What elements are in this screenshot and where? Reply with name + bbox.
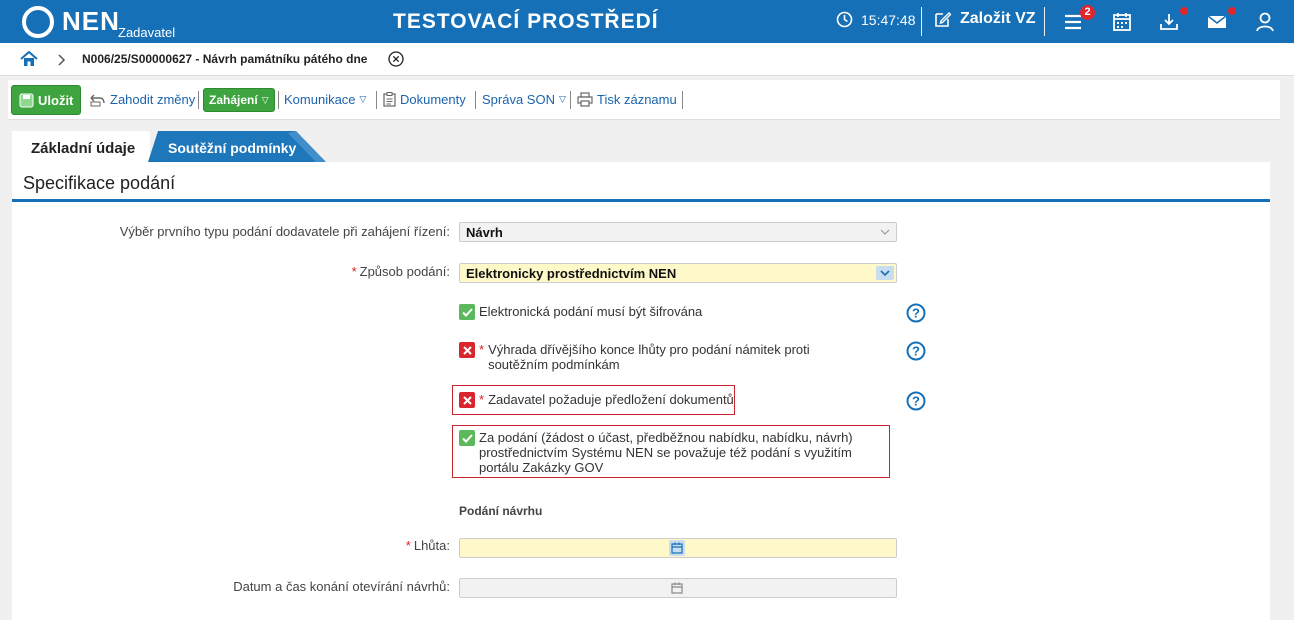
tab-basic-info[interactable]: Základní údaje (12, 131, 150, 162)
notification-dot (1180, 7, 1188, 15)
divider (376, 91, 377, 109)
check-documents[interactable]: * Zadavatel požaduje předložení dokument… (459, 392, 734, 408)
help-icon[interactable]: ? (906, 341, 926, 361)
submission-heading: Podání návrhu (459, 504, 543, 518)
divider (278, 91, 279, 109)
triangle-down-icon: ▽ (359, 94, 367, 104)
help-icon[interactable]: ? (906, 303, 926, 323)
deadline-field[interactable] (459, 538, 897, 558)
chevron-right-icon (58, 54, 66, 66)
document-icon (383, 92, 396, 107)
logo-subtitle: Zadavatel (118, 25, 176, 40)
check-icon[interactable] (459, 304, 475, 320)
required-marker: * (479, 342, 485, 357)
divider (921, 7, 922, 36)
clock-time: 15:47:48 (861, 11, 916, 28)
required-marker: * (479, 392, 485, 407)
user-icon[interactable] (1254, 11, 1276, 33)
check-reservation-label: Výhrada dřívějšího konce lhůty pro podán… (488, 342, 810, 372)
documents-label: Dokumenty (400, 92, 466, 107)
first-type-select[interactable]: Návrh (459, 222, 897, 242)
undo-icon (90, 94, 105, 106)
home-icon[interactable] (20, 51, 38, 67)
discard-changes-button[interactable]: Zahodit změny (88, 92, 195, 107)
start-dropdown-button[interactable]: Zahájení ▽ (203, 88, 275, 112)
triangle-down-icon: ▽ (261, 94, 269, 105)
tab-tender-conditions[interactable]: Soutěžní podmínky (168, 140, 296, 156)
first-type-label: Výběr prvního typu podání dodavatele při… (119, 224, 450, 239)
save-label: Uložit (38, 92, 74, 108)
divider (198, 91, 199, 109)
divider (1044, 7, 1045, 36)
son-menu[interactable]: Správa SON ▽ (482, 92, 566, 107)
cross-icon[interactable] (459, 342, 475, 358)
clock-icon (836, 11, 853, 28)
calendar-icon[interactable] (1111, 11, 1133, 33)
cross-icon[interactable] (459, 392, 475, 408)
son-label: Správa SON (482, 92, 555, 107)
documents-button[interactable]: Dokumenty (383, 92, 466, 107)
notification-dot (1228, 7, 1236, 15)
breadcrumb-title[interactable]: N006/25/S00000627 - Návrh památníku páté… (82, 52, 367, 66)
communication-menu[interactable]: Komunikace ▽ (284, 92, 366, 107)
svg-text:?: ? (912, 344, 920, 359)
check-encrypted-label: Elektronická podání musí být šifrována (479, 304, 703, 319)
svg-text:?: ? (912, 394, 920, 409)
first-type-value: Návrh (466, 225, 503, 240)
svg-text:?: ? (912, 306, 920, 321)
breadcrumb: N006/25/S00000627 - Návrh památníku páté… (0, 43, 1294, 76)
required-marker: * (351, 264, 357, 279)
nen-logo-icon[interactable] (22, 6, 54, 38)
menu-badge: 2 (1080, 5, 1095, 20)
check-documents-label: Zadavatel požaduje předložení dokumentů (488, 392, 734, 407)
create-vz-button[interactable]: Založit VZ (934, 10, 1036, 28)
check-encrypted[interactable]: Elektronická podání musí být šifrována (459, 304, 702, 320)
logo-text: NEN (62, 6, 120, 36)
divider (570, 91, 571, 109)
download-tray-icon[interactable] (1158, 11, 1180, 33)
required-marker: * (405, 538, 411, 553)
start-label: Zahájení (209, 93, 258, 107)
session-clock: 15:47:48 (836, 11, 916, 28)
check-reservation[interactable]: * Výhrada dřívějšího konce lhůty pro pod… (459, 342, 869, 372)
method-value: Elektronicky prostřednictvím NEN (466, 266, 677, 281)
save-button[interactable]: Uložit (11, 85, 82, 115)
edit-icon (935, 12, 952, 27)
method-select[interactable]: Elektronicky prostřednictvím NEN (459, 263, 897, 283)
close-icon[interactable] (388, 51, 404, 67)
save-icon (19, 93, 34, 107)
calendar-icon (671, 582, 683, 594)
method-label-text: Způsob podání: (359, 264, 450, 279)
chevron-down-icon (876, 266, 894, 280)
label-column: Výběr prvního typu podání dodavatele při… (12, 162, 450, 602)
mail-icon[interactable] (1206, 11, 1228, 33)
chevron-down-icon (880, 229, 890, 235)
opening-datetime-field (459, 578, 897, 598)
environment-title: TESTOVACÍ PROSTŘEDÍ (393, 10, 659, 33)
create-vz-label: Založit VZ (960, 10, 1036, 27)
top-bar: NEN Zadavatel TESTOVACÍ PROSTŘEDÍ 15:47:… (0, 0, 1294, 43)
triangle-down-icon: ▽ (558, 94, 566, 104)
opening-label: Datum a čas konání otevírání návrhů: (233, 579, 450, 594)
calendar-icon[interactable] (669, 540, 685, 556)
discard-label: Zahodit změny (110, 92, 196, 107)
deadline-label-text: Lhůta: (413, 538, 450, 553)
divider (682, 91, 683, 109)
help-icon[interactable]: ? (906, 391, 926, 411)
print-label: Tisk záznamu (597, 92, 677, 107)
check-gov[interactable]: Za podání (žádost o účast, předběžnou na… (459, 430, 887, 475)
check-gov-label: Za podání (žádost o účast, předběžnou na… (479, 430, 853, 475)
method-label: * Způsob podání: (352, 264, 450, 279)
deadline-label: * Lhůta: (406, 538, 450, 553)
check-icon[interactable] (459, 430, 475, 446)
print-record-button[interactable]: Tisk záznamu (577, 92, 677, 107)
communication-label: Komunikace (284, 92, 356, 107)
printer-icon (577, 92, 593, 107)
divider (475, 91, 476, 109)
action-toolbar: Uložit Zahodit změny Zahájení ▽ Komunika… (8, 80, 1280, 120)
